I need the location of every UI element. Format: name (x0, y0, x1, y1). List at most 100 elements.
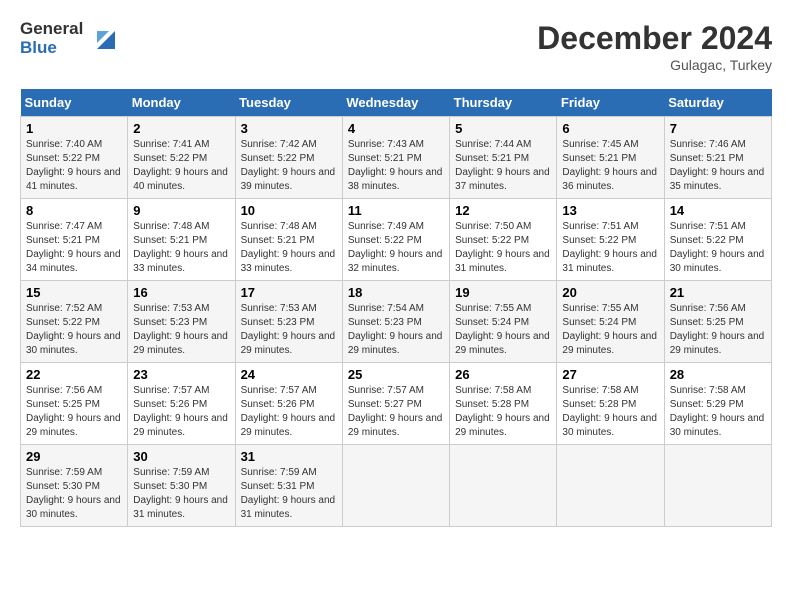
day-number: 27 (562, 367, 658, 382)
day-number: 11 (348, 203, 444, 218)
col-header-sunday: Sunday (21, 89, 128, 117)
calendar-cell: 20 Sunrise: 7:55 AM Sunset: 5:24 PM Dayl… (557, 281, 664, 363)
day-number: 22 (26, 367, 122, 382)
calendar-cell: 18 Sunrise: 7:54 AM Sunset: 5:23 PM Dayl… (342, 281, 449, 363)
day-info: Sunrise: 7:55 AM Sunset: 5:24 PM Dayligh… (455, 302, 551, 358)
day-info: Sunrise: 7:58 AM Sunset: 5:28 PM Dayligh… (562, 384, 658, 440)
logo: General Blue (20, 20, 123, 57)
day-info: Sunrise: 7:48 AM Sunset: 5:21 PM Dayligh… (133, 220, 229, 276)
calendar-cell: 16 Sunrise: 7:53 AM Sunset: 5:23 PM Dayl… (128, 281, 235, 363)
calendar-cell: 31 Sunrise: 7:59 AM Sunset: 5:31 PM Dayl… (235, 445, 342, 527)
day-info: Sunrise: 7:59 AM Sunset: 5:31 PM Dayligh… (241, 466, 337, 522)
day-number: 4 (348, 121, 444, 136)
day-info: Sunrise: 7:57 AM Sunset: 5:26 PM Dayligh… (133, 384, 229, 440)
week-row-3: 15 Sunrise: 7:52 AM Sunset: 5:22 PM Dayl… (21, 281, 772, 363)
day-number: 14 (670, 203, 766, 218)
calendar-cell: 14 Sunrise: 7:51 AM Sunset: 5:22 PM Dayl… (664, 199, 771, 281)
day-info: Sunrise: 7:57 AM Sunset: 5:27 PM Dayligh… (348, 384, 444, 440)
day-number: 25 (348, 367, 444, 382)
day-info: Sunrise: 7:52 AM Sunset: 5:22 PM Dayligh… (26, 302, 122, 358)
week-row-4: 22 Sunrise: 7:56 AM Sunset: 5:25 PM Dayl… (21, 363, 772, 445)
calendar-cell: 13 Sunrise: 7:51 AM Sunset: 5:22 PM Dayl… (557, 199, 664, 281)
day-number: 9 (133, 203, 229, 218)
day-number: 24 (241, 367, 337, 382)
calendar-cell: 30 Sunrise: 7:59 AM Sunset: 5:30 PM Dayl… (128, 445, 235, 527)
calendar-cell (664, 445, 771, 527)
calendar-cell: 10 Sunrise: 7:48 AM Sunset: 5:21 PM Dayl… (235, 199, 342, 281)
day-info: Sunrise: 7:51 AM Sunset: 5:22 PM Dayligh… (562, 220, 658, 276)
week-row-1: 1 Sunrise: 7:40 AM Sunset: 5:22 PM Dayli… (21, 117, 772, 199)
calendar-cell: 19 Sunrise: 7:55 AM Sunset: 5:24 PM Dayl… (450, 281, 557, 363)
day-info: Sunrise: 7:56 AM Sunset: 5:25 PM Dayligh… (670, 302, 766, 358)
calendar-cell: 29 Sunrise: 7:59 AM Sunset: 5:30 PM Dayl… (21, 445, 128, 527)
day-info: Sunrise: 7:50 AM Sunset: 5:22 PM Dayligh… (455, 220, 551, 276)
day-number: 2 (133, 121, 229, 136)
col-header-monday: Monday (128, 89, 235, 117)
day-number: 23 (133, 367, 229, 382)
day-info: Sunrise: 7:53 AM Sunset: 5:23 PM Dayligh… (241, 302, 337, 358)
col-header-wednesday: Wednesday (342, 89, 449, 117)
calendar-cell: 2 Sunrise: 7:41 AM Sunset: 5:22 PM Dayli… (128, 117, 235, 199)
col-header-friday: Friday (557, 89, 664, 117)
calendar-cell: 4 Sunrise: 7:43 AM Sunset: 5:21 PM Dayli… (342, 117, 449, 199)
day-number: 18 (348, 285, 444, 300)
day-info: Sunrise: 7:53 AM Sunset: 5:23 PM Dayligh… (133, 302, 229, 358)
col-header-saturday: Saturday (664, 89, 771, 117)
calendar-cell: 1 Sunrise: 7:40 AM Sunset: 5:22 PM Dayli… (21, 117, 128, 199)
day-info: Sunrise: 7:46 AM Sunset: 5:21 PM Dayligh… (670, 138, 766, 194)
day-info: Sunrise: 7:49 AM Sunset: 5:22 PM Dayligh… (348, 220, 444, 276)
calendar-cell: 27 Sunrise: 7:58 AM Sunset: 5:28 PM Dayl… (557, 363, 664, 445)
day-info: Sunrise: 7:56 AM Sunset: 5:25 PM Dayligh… (26, 384, 122, 440)
day-info: Sunrise: 7:41 AM Sunset: 5:22 PM Dayligh… (133, 138, 229, 194)
day-number: 17 (241, 285, 337, 300)
calendar-cell: 23 Sunrise: 7:57 AM Sunset: 5:26 PM Dayl… (128, 363, 235, 445)
calendar-table: SundayMondayTuesdayWednesdayThursdayFrid… (20, 89, 772, 527)
day-number: 1 (26, 121, 122, 136)
day-number: 26 (455, 367, 551, 382)
calendar-cell: 15 Sunrise: 7:52 AM Sunset: 5:22 PM Dayl… (21, 281, 128, 363)
day-info: Sunrise: 7:59 AM Sunset: 5:30 PM Dayligh… (133, 466, 229, 522)
day-info: Sunrise: 7:47 AM Sunset: 5:21 PM Dayligh… (26, 220, 122, 276)
calendar-cell: 12 Sunrise: 7:50 AM Sunset: 5:22 PM Dayl… (450, 199, 557, 281)
calendar-cell: 3 Sunrise: 7:42 AM Sunset: 5:22 PM Dayli… (235, 117, 342, 199)
day-number: 31 (241, 449, 337, 464)
location-subtitle: Gulagac, Turkey (537, 57, 772, 73)
day-number: 6 (562, 121, 658, 136)
day-info: Sunrise: 7:51 AM Sunset: 5:22 PM Dayligh… (670, 220, 766, 276)
calendar-cell: 26 Sunrise: 7:58 AM Sunset: 5:28 PM Dayl… (450, 363, 557, 445)
col-header-thursday: Thursday (450, 89, 557, 117)
calendar-cell: 25 Sunrise: 7:57 AM Sunset: 5:27 PM Dayl… (342, 363, 449, 445)
calendar-cell: 5 Sunrise: 7:44 AM Sunset: 5:21 PM Dayli… (450, 117, 557, 199)
calendar-cell: 11 Sunrise: 7:49 AM Sunset: 5:22 PM Dayl… (342, 199, 449, 281)
day-info: Sunrise: 7:58 AM Sunset: 5:29 PM Dayligh… (670, 384, 766, 440)
day-number: 3 (241, 121, 337, 136)
calendar-cell: 9 Sunrise: 7:48 AM Sunset: 5:21 PM Dayli… (128, 199, 235, 281)
calendar-header-row: SundayMondayTuesdayWednesdayThursdayFrid… (21, 89, 772, 117)
day-info: Sunrise: 7:48 AM Sunset: 5:21 PM Dayligh… (241, 220, 337, 276)
day-number: 12 (455, 203, 551, 218)
calendar-cell: 28 Sunrise: 7:58 AM Sunset: 5:29 PM Dayl… (664, 363, 771, 445)
calendar-cell: 8 Sunrise: 7:47 AM Sunset: 5:21 PM Dayli… (21, 199, 128, 281)
calendar-cell: 17 Sunrise: 7:53 AM Sunset: 5:23 PM Dayl… (235, 281, 342, 363)
day-number: 28 (670, 367, 766, 382)
day-info: Sunrise: 7:40 AM Sunset: 5:22 PM Dayligh… (26, 138, 122, 194)
day-number: 5 (455, 121, 551, 136)
day-number: 10 (241, 203, 337, 218)
day-number: 21 (670, 285, 766, 300)
day-info: Sunrise: 7:44 AM Sunset: 5:21 PM Dayligh… (455, 138, 551, 194)
day-info: Sunrise: 7:43 AM Sunset: 5:21 PM Dayligh… (348, 138, 444, 194)
day-number: 13 (562, 203, 658, 218)
day-number: 8 (26, 203, 122, 218)
day-info: Sunrise: 7:58 AM Sunset: 5:28 PM Dayligh… (455, 384, 551, 440)
day-number: 30 (133, 449, 229, 464)
calendar-cell (342, 445, 449, 527)
logo-icon (87, 21, 123, 57)
day-number: 19 (455, 285, 551, 300)
day-number: 29 (26, 449, 122, 464)
day-info: Sunrise: 7:57 AM Sunset: 5:26 PM Dayligh… (241, 384, 337, 440)
calendar-cell (450, 445, 557, 527)
day-info: Sunrise: 7:42 AM Sunset: 5:22 PM Dayligh… (241, 138, 337, 194)
day-info: Sunrise: 7:59 AM Sunset: 5:30 PM Dayligh… (26, 466, 122, 522)
calendar-cell: 22 Sunrise: 7:56 AM Sunset: 5:25 PM Dayl… (21, 363, 128, 445)
calendar-cell: 7 Sunrise: 7:46 AM Sunset: 5:21 PM Dayli… (664, 117, 771, 199)
